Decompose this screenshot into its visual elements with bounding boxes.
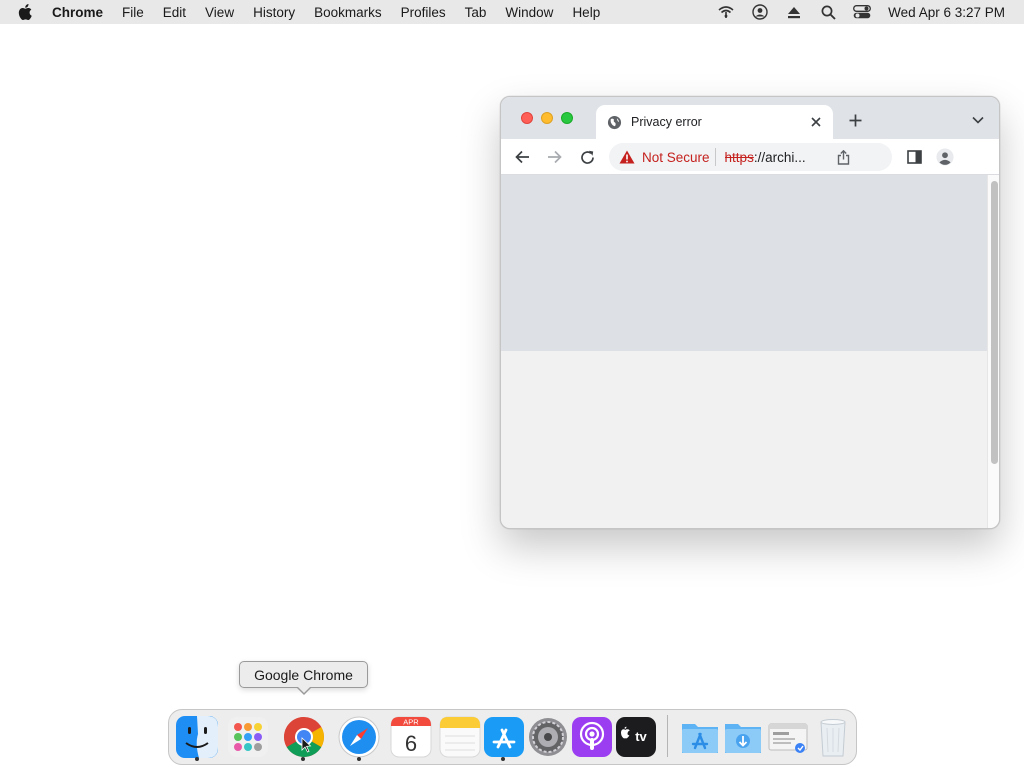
finder-running-indicator: [195, 757, 199, 761]
chrome-window: Privacy error Not Secure https://archi..…: [500, 96, 1000, 529]
status-area: Wed Apr 6 3:27 PM: [714, 0, 1024, 24]
dock-preview[interactable]: [765, 714, 811, 760]
dock-calendar[interactable]: APR 6: [388, 714, 434, 760]
globe-icon: [607, 114, 623, 130]
dock-google-chrome[interactable]: [281, 714, 327, 760]
tab-privacy-error[interactable]: Privacy error: [596, 105, 833, 139]
user-account-icon[interactable]: [748, 0, 772, 24]
app-store-icon: [484, 717, 524, 757]
dock-applications-folder[interactable]: [677, 714, 723, 760]
gear-icon: [529, 718, 567, 756]
preview-image-icon: [768, 723, 808, 753]
omnibox-divider: [714, 148, 716, 166]
profile-avatar-icon[interactable]: [936, 148, 954, 166]
window-maximize-button[interactable]: [561, 112, 573, 124]
tab-close-icon[interactable]: [807, 113, 825, 131]
reload-icon[interactable]: [578, 148, 596, 166]
dock-safari[interactable]: [336, 714, 382, 760]
dock: APR 6 tv: [168, 709, 857, 765]
dock-launchpad[interactable]: [225, 714, 271, 760]
apple-icon[interactable]: [18, 3, 36, 21]
new-tab-plus-icon[interactable]: [846, 111, 864, 129]
menu-bookmarks[interactable]: Bookmarks: [314, 5, 382, 20]
share-icon[interactable]: [835, 149, 851, 165]
not-secure-label[interactable]: Not Secure: [642, 150, 710, 165]
dock-notes[interactable]: [437, 714, 483, 760]
window-minimize-button[interactable]: [541, 112, 553, 124]
forward-arrow-icon[interactable]: [545, 148, 563, 166]
content-header-band: [501, 175, 987, 351]
url-text[interactable]: https://archi...: [725, 150, 823, 165]
calendar-month: APR: [403, 718, 419, 727]
url-rest: ://archi...: [753, 149, 806, 165]
page-content: [501, 175, 987, 528]
eject-icon[interactable]: [782, 0, 806, 24]
tab-search-chevron-down-icon[interactable]: [971, 113, 985, 127]
launchpad-icon: [228, 717, 268, 757]
tab-strip: Privacy error: [501, 97, 999, 139]
chrome-running-indicator: [301, 757, 305, 761]
menu-app-name[interactable]: Chrome: [52, 5, 103, 20]
safari-compass-icon: [338, 716, 380, 758]
control-center-icon[interactable]: [850, 0, 874, 24]
back-arrow-icon[interactable]: [513, 148, 531, 166]
window-close-button[interactable]: [521, 112, 533, 124]
menu-profiles[interactable]: Profiles: [401, 5, 446, 20]
menu-tab[interactable]: Tab: [465, 5, 487, 20]
downloads-folder-icon: [725, 724, 761, 753]
applications-folder-icon: [682, 724, 718, 753]
menu-file[interactable]: File: [122, 5, 144, 20]
dock-podcasts[interactable]: [569, 714, 615, 760]
menu-edit[interactable]: Edit: [163, 5, 186, 20]
app-store-running-indicator: [501, 757, 505, 761]
menu-window[interactable]: Window: [505, 5, 553, 20]
calendar-icon: APR 6: [390, 716, 432, 758]
apple-tv-icon: tv: [616, 717, 656, 757]
tooltip-arrow-fill: [297, 686, 311, 693]
dock-divider: [667, 715, 668, 757]
side-panel-icon[interactable]: [905, 148, 923, 166]
dock-system-preferences[interactable]: [525, 714, 571, 760]
menu-history[interactable]: History: [253, 5, 295, 20]
finder-icon: [176, 716, 218, 758]
menu-view[interactable]: View: [205, 5, 234, 20]
browser-toolbar: Not Secure https://archi...: [501, 139, 999, 175]
spotlight-search-icon[interactable]: [816, 0, 840, 24]
vertical-scrollbar[interactable]: [987, 175, 999, 528]
dock-trash[interactable]: [810, 714, 856, 760]
calendar-day: 6: [405, 731, 417, 756]
notes-icon: [439, 716, 481, 758]
wifi-icon[interactable]: [714, 0, 738, 24]
podcasts-icon: [572, 717, 612, 757]
url-scheme: https: [724, 149, 754, 165]
dock-downloads-folder[interactable]: [720, 714, 766, 760]
scrollbar-thumb[interactable]: [991, 181, 998, 464]
dock-apple-tv[interactable]: tv: [613, 714, 659, 760]
safari-running-indicator: [357, 757, 361, 761]
tv-label: tv: [635, 729, 647, 744]
warning-triangle-icon[interactable]: [619, 149, 635, 165]
trash-icon: [820, 719, 846, 757]
menu-help[interactable]: Help: [572, 5, 600, 20]
dock-tooltip: Google Chrome: [239, 661, 368, 688]
menu-bar: Chrome File Edit View History Bookmarks …: [0, 0, 1024, 24]
dock-finder[interactable]: [174, 714, 220, 760]
chrome-icon: [284, 717, 324, 757]
address-bar[interactable]: Not Secure https://archi...: [609, 143, 892, 171]
dock-app-store[interactable]: [481, 714, 527, 760]
tab-title: Privacy error: [631, 115, 702, 129]
menubar-clock[interactable]: Wed Apr 6 3:27 PM: [888, 5, 1005, 20]
